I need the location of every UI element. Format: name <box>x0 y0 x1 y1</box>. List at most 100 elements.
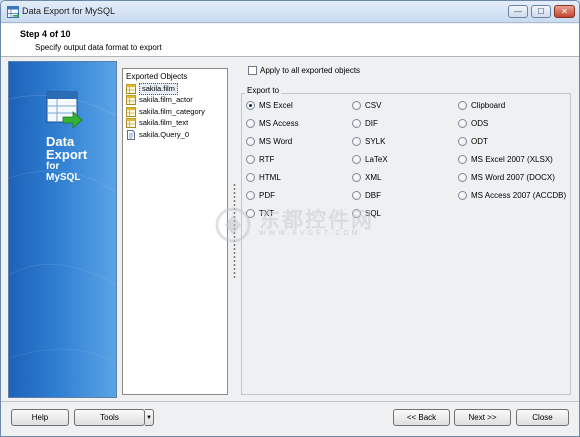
apply-to-all-label: Apply to all exported objects <box>260 66 361 75</box>
table-icon <box>126 83 136 94</box>
next-button[interactable]: Next >> <box>454 409 511 426</box>
radio-circle[interactable] <box>458 191 467 200</box>
format-radio-latex[interactable]: LaTeX <box>352 155 388 164</box>
minimize-button[interactable]: — <box>508 5 528 18</box>
format-label: LaTeX <box>365 155 388 164</box>
format-radio-dif[interactable]: DIF <box>352 119 378 128</box>
format-label: DIF <box>365 119 378 128</box>
watermark-subtitle: WWW.EVGET.COM <box>259 230 361 237</box>
format-radio-ms-word[interactable]: MS Word <box>246 137 292 146</box>
app-icon <box>7 6 19 18</box>
radio-circle[interactable] <box>246 155 255 164</box>
wizard-header: Step 4 of 10 Specify output data format … <box>1 24 579 57</box>
object-label: sakila.film_actor <box>139 95 193 105</box>
object-label: sakila.film_category <box>139 106 205 116</box>
format-label: DBF <box>365 191 381 200</box>
format-radio-ms-excel[interactable]: MS Excel <box>246 101 293 110</box>
table-icon <box>126 106 136 117</box>
help-button[interactable]: Help <box>11 409 69 426</box>
table-icon <box>126 95 136 106</box>
format-label: MS Word <box>259 137 293 146</box>
list-item[interactable]: sakila.film <box>125 82 227 95</box>
radio-circle[interactable] <box>458 119 467 128</box>
format-radio-pdf[interactable]: PDF <box>246 191 275 200</box>
step-title: Step 4 of 10 <box>20 29 71 39</box>
radio-circle[interactable] <box>246 191 255 200</box>
radio-circle[interactable] <box>246 119 255 128</box>
product-name-line: Export <box>46 147 88 162</box>
radio-circle[interactable] <box>352 101 361 110</box>
format-label: HTML <box>259 173 281 182</box>
export-wizard-window: Data Export for MySQL — ☐ ✕ Step 4 of 10… <box>0 0 580 437</box>
format-label: MS Word 2007 (DOCX) <box>471 173 555 182</box>
watermark: 东都控件网 WWW.EVGET.COM <box>209 203 389 249</box>
format-label: ODS <box>471 119 489 128</box>
query-icon <box>127 129 135 140</box>
format-radio-ods[interactable]: ODS <box>458 119 488 128</box>
radio-circle[interactable] <box>246 173 255 182</box>
format-radio-xlsx[interactable]: MS Excel 2007 (XLSX) <box>458 155 553 164</box>
format-label: PDF <box>259 191 275 200</box>
format-label: Clipboard <box>471 101 506 110</box>
export-to-label: Export to <box>245 86 282 95</box>
tools-dropdown-arrow-icon[interactable]: ▼ <box>145 409 154 426</box>
format-radio-html[interactable]: HTML <box>246 173 281 182</box>
step-subtitle: Specify output data format to export <box>35 43 162 52</box>
exported-objects-list: sakila.film sakila.film_actor sakila.fil… <box>125 82 227 141</box>
format-radio-xml[interactable]: XML <box>352 173 381 182</box>
wizard-sidebar: Data Export for MySQL <box>8 61 117 398</box>
radio-circle[interactable] <box>352 173 361 182</box>
object-label: sakila.film_text <box>139 118 189 128</box>
radio-circle[interactable] <box>246 137 255 146</box>
checkbox-box[interactable] <box>248 66 257 75</box>
maximize-button[interactable]: ☐ <box>531 5 551 18</box>
window-title: Data Export for MySQL <box>22 6 116 16</box>
format-label: CSV <box>365 101 382 110</box>
format-radio-dbf[interactable]: DBF <box>352 191 381 200</box>
close-button[interactable]: Close <box>516 409 569 426</box>
radio-circle[interactable] <box>458 155 467 164</box>
radio-circle[interactable] <box>458 137 467 146</box>
title-bar[interactable]: Data Export for MySQL — ☐ ✕ <box>1 1 579 23</box>
radio-circle[interactable] <box>352 119 361 128</box>
product-name-line: for <box>46 161 60 172</box>
radio-circle[interactable] <box>246 101 255 110</box>
format-radio-rtf[interactable]: RTF <box>246 155 274 164</box>
radio-circle[interactable] <box>352 155 361 164</box>
exported-objects-title: Exported Objects <box>126 72 188 81</box>
radio-circle[interactable] <box>352 191 361 200</box>
format-label: RTF <box>259 155 275 164</box>
table-icon <box>126 118 136 129</box>
format-radio-csv[interactable]: CSV <box>352 101 381 110</box>
radio-circle[interactable] <box>458 101 467 110</box>
data-export-icon <box>46 91 83 129</box>
apply-to-all-checkbox[interactable]: Apply to all exported objects <box>248 66 360 75</box>
radio-circle[interactable] <box>352 137 361 146</box>
tools-button[interactable]: Tools <box>74 409 145 426</box>
format-radio-odt[interactable]: ODT <box>458 137 488 146</box>
list-item[interactable]: sakila.film_category <box>125 106 227 118</box>
format-label: MS Access <box>259 119 299 128</box>
watermark-logo-icon <box>215 207 251 243</box>
product-name: Data Export for MySQL <box>46 135 87 183</box>
format-radio-sylk[interactable]: SYLK <box>352 137 385 146</box>
window-close-button[interactable]: ✕ <box>554 5 575 18</box>
format-label: SYLK <box>365 137 386 146</box>
format-radio-clipboard[interactable]: Clipboard <box>458 101 505 110</box>
object-label: sakila.film <box>139 82 178 95</box>
radio-circle[interactable] <box>458 173 467 182</box>
format-label: MS Access 2007 (ACCDB) <box>471 191 567 200</box>
format-label: MS Excel <box>259 101 293 110</box>
format-label: ODT <box>471 137 488 146</box>
back-button[interactable]: << Back <box>393 409 450 426</box>
list-item[interactable]: sakila.Query_0 <box>125 129 227 141</box>
object-label: sakila.Query_0 <box>139 129 190 139</box>
format-radio-ms-access[interactable]: MS Access <box>246 119 299 128</box>
footer-divider <box>1 401 579 402</box>
list-item[interactable]: sakila.film_actor <box>125 95 227 107</box>
format-radio-accdb[interactable]: MS Access 2007 (ACCDB) <box>458 191 566 200</box>
format-label: XML <box>365 173 382 182</box>
list-item[interactable]: sakila.film_text <box>125 118 227 130</box>
product-name-line: MySQL <box>46 172 81 183</box>
format-radio-docx[interactable]: MS Word 2007 (DOCX) <box>458 173 555 182</box>
